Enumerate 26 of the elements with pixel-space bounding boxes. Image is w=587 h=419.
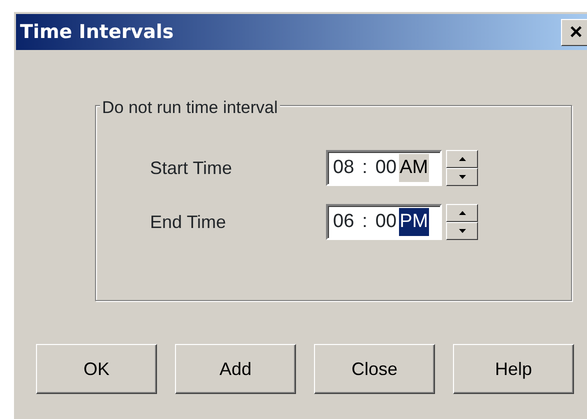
up-arrow-icon [458, 157, 466, 161]
period-value: PM [398, 208, 430, 236]
time-separator: : [362, 156, 368, 180]
dialog-button[interactable]: Close [314, 344, 435, 394]
minute-value: 00 [375, 156, 397, 180]
dialog-button[interactable]: Add [175, 344, 296, 394]
dialog-button[interactable]: OK [36, 344, 157, 394]
field-label: Start Time [150, 156, 234, 180]
down-arrow-icon [458, 175, 466, 179]
time-field[interactable]: 08 : 00AM [326, 150, 442, 186]
hour-value: 06 [333, 210, 354, 234]
spin-down-button[interactable] [446, 222, 478, 240]
hour-value: 08 [333, 156, 354, 180]
down-arrow-icon [458, 229, 466, 233]
field-label: End Time [150, 210, 228, 234]
close-button[interactable]: × [561, 18, 587, 46]
spin-down-button[interactable] [446, 168, 478, 186]
spin-up-button[interactable] [446, 204, 478, 222]
period-value: AM [398, 154, 430, 182]
dialog-button[interactable]: Help [453, 344, 574, 394]
time-field[interactable]: 06 : 00 PM [326, 204, 442, 240]
spin-up-button[interactable] [446, 150, 478, 168]
up-arrow-icon [458, 211, 466, 215]
minute-value: 00 [375, 210, 397, 234]
time-separator: : [362, 210, 368, 234]
window-title: Time Intervals [20, 20, 174, 45]
